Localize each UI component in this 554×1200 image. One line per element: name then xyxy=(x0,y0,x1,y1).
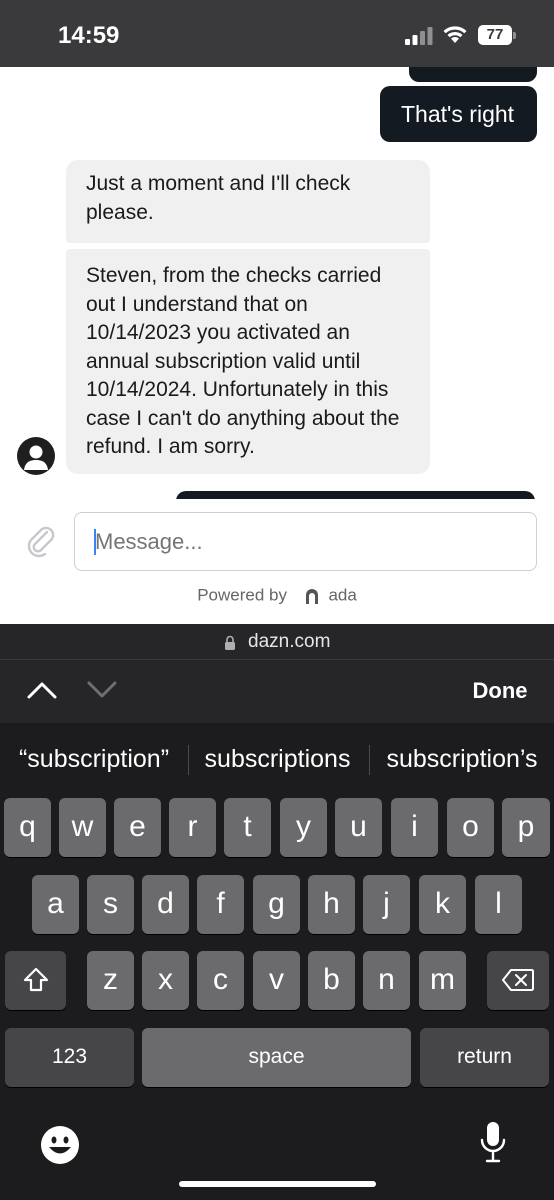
key-w[interactable]: w xyxy=(59,798,106,857)
key-b[interactable]: b xyxy=(308,951,355,1010)
battery-level: 77 xyxy=(486,26,504,43)
key-z[interactable]: z xyxy=(87,951,134,1010)
user-message-bubble: That's right xyxy=(380,86,537,142)
key-t[interactable]: t xyxy=(224,798,271,857)
ada-logo-icon xyxy=(305,588,318,604)
status-time: 14:59 xyxy=(58,22,120,49)
key-o[interactable]: o xyxy=(447,798,494,857)
powered-by-footer: Powered by ada xyxy=(0,585,554,611)
suggestion-divider xyxy=(369,745,370,775)
key-r[interactable]: r xyxy=(169,798,216,857)
key-d[interactable]: d xyxy=(142,875,189,934)
signal-icon xyxy=(405,27,433,45)
numbers-key[interactable]: 123 xyxy=(5,1028,134,1087)
chevron-up-icon[interactable] xyxy=(26,680,58,700)
key-v[interactable]: v xyxy=(253,951,300,1010)
ada-brand[interactable]: ada xyxy=(328,586,356,605)
text-caret xyxy=(94,529,96,555)
backspace-icon xyxy=(502,969,534,991)
key-y[interactable]: y xyxy=(280,798,327,857)
keyboard: “subscription” subscriptions subscriptio… xyxy=(0,723,554,1200)
status-bar: 14:59 77 xyxy=(0,0,554,67)
message-input[interactable] xyxy=(74,512,537,571)
bot-message-bubble: Just a moment and I'll check please. xyxy=(66,160,430,243)
done-button[interactable]: Done xyxy=(455,676,545,706)
composer: Powered by ada xyxy=(0,499,554,624)
url-bar[interactable]: dazn.com xyxy=(0,624,554,660)
paperclip-icon[interactable] xyxy=(25,524,55,558)
key-i[interactable]: i xyxy=(391,798,438,857)
powered-by-label: Powered by xyxy=(197,585,287,605)
home-indicator xyxy=(179,1181,376,1187)
battery-icon: 77 xyxy=(478,25,516,45)
shift-icon xyxy=(23,967,48,992)
key-k[interactable]: k xyxy=(419,875,466,934)
bot-message-bubble: Steven, from the checks carried out I un… xyxy=(66,249,430,474)
suggestion-divider xyxy=(188,745,189,775)
suggestion-item[interactable]: “subscription” xyxy=(4,741,184,777)
url-text: dazn.com xyxy=(248,631,331,652)
key-c[interactable]: c xyxy=(197,951,244,1010)
backspace-key[interactable] xyxy=(487,951,549,1010)
chat-area[interactable]: That's right Just a moment and I'll chec… xyxy=(0,67,554,624)
form-navigation-toolbar: Done xyxy=(0,660,554,723)
key-f[interactable]: f xyxy=(197,875,244,934)
key-g[interactable]: g xyxy=(253,875,300,934)
emoji-icon[interactable] xyxy=(40,1125,80,1165)
previous-user-bubble xyxy=(409,67,537,82)
key-h[interactable]: h xyxy=(308,875,355,934)
return-key[interactable]: return xyxy=(420,1028,549,1087)
key-x[interactable]: x xyxy=(142,951,189,1010)
key-p[interactable]: p xyxy=(502,798,550,857)
avatar-icon xyxy=(17,437,55,475)
shift-key[interactable] xyxy=(5,951,66,1010)
wifi-icon xyxy=(443,26,467,43)
key-l[interactable]: l xyxy=(475,875,522,934)
key-q[interactable]: q xyxy=(4,798,51,857)
microphone-icon[interactable] xyxy=(480,1121,506,1163)
lock-icon xyxy=(224,635,235,650)
key-m[interactable]: m xyxy=(419,951,466,1010)
person-silhouette xyxy=(24,445,48,470)
key-e[interactable]: e xyxy=(114,798,161,857)
key-n[interactable]: n xyxy=(363,951,410,1010)
chevron-down-icon[interactable] xyxy=(86,680,118,700)
battery-tip xyxy=(513,32,516,39)
key-u[interactable]: u xyxy=(335,798,382,857)
suggestion-item[interactable]: subscription’s xyxy=(372,741,552,777)
key-s[interactable]: s xyxy=(87,875,134,934)
space-key[interactable]: space xyxy=(142,1028,411,1087)
suggestion-item[interactable]: subscriptions xyxy=(190,741,365,777)
key-a[interactable]: a xyxy=(32,875,79,934)
key-j[interactable]: j xyxy=(363,875,410,934)
